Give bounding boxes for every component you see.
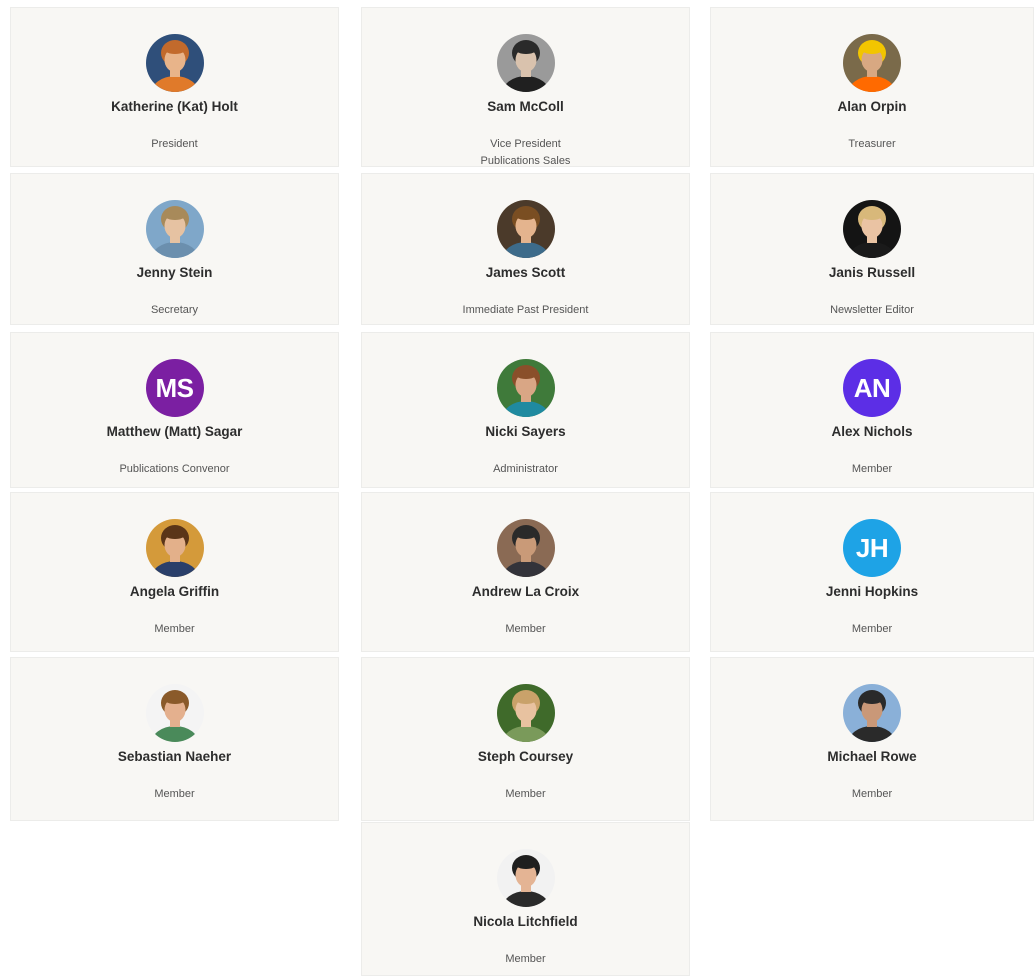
avatar-photo <box>496 34 555 92</box>
member-role-line: Publications Sales <box>480 155 571 167</box>
avatar-photo <box>145 519 204 577</box>
member-role-line: President <box>151 138 198 150</box>
person-photo-icon[interactable] <box>145 200 204 258</box>
member-role: Member <box>362 786 689 803</box>
member-card[interactable]: Sebastian Naeher Member <box>10 657 339 821</box>
member-card[interactable]: Alan Orpin Treasurer <box>710 7 1034 167</box>
person-photo-icon[interactable] <box>843 34 901 92</box>
member-role-line: Member <box>851 623 893 635</box>
person-photo-icon[interactable] <box>145 519 204 577</box>
member-card[interactable]: Janis Russell Newsletter Editor <box>710 173 1034 325</box>
avatar-photo <box>496 849 555 907</box>
member-card[interactable]: Jenny Stein Secretary <box>10 173 339 325</box>
avatar-photo <box>145 684 204 742</box>
member-name[interactable]: Sebastian Naeher <box>11 749 338 764</box>
member-name[interactable]: Andrew La Croix <box>362 584 689 599</box>
member-name[interactable]: Jenny Stein <box>11 265 338 280</box>
member-role: Member <box>362 951 689 968</box>
person-photo-icon[interactable] <box>496 519 555 577</box>
member-role-line: Immediate Past President <box>462 304 589 316</box>
avatar-photo <box>843 34 901 92</box>
person-photo-icon[interactable] <box>496 359 555 417</box>
avatar-photo <box>496 684 555 742</box>
member-name[interactable]: Sam McColl <box>362 99 689 114</box>
member-role-line: Publications Convenor <box>119 463 230 475</box>
avatar-initials: JH <box>855 532 889 563</box>
member-role: Administrator <box>362 461 689 478</box>
person-photo-icon[interactable] <box>496 684 555 742</box>
member-role: Newsletter Editor <box>711 302 1033 319</box>
member-name[interactable]: Steph Coursey <box>362 749 689 764</box>
member-role: Immediate Past President <box>362 302 689 319</box>
initials-avatar-icon[interactable]: JH <box>843 519 901 577</box>
member-role: Member <box>11 621 338 638</box>
member-role-line: Member <box>505 623 546 635</box>
member-role-line: Secretary <box>150 304 199 316</box>
person-photo-icon[interactable] <box>496 34 555 92</box>
member-card[interactable]: MS Matthew (Matt) Sagar Publications Conve… <box>10 332 339 488</box>
member-name[interactable]: James Scott <box>362 265 689 280</box>
avatar-photo <box>145 34 204 92</box>
member-name[interactable]: Katherine (Kat) Holt <box>11 99 338 114</box>
member-card[interactable]: Angela Griffin Member <box>10 492 339 652</box>
member-name[interactable]: Alan Orpin <box>711 99 1033 114</box>
member-role-line: Vice President <box>490 138 561 150</box>
member-role: Secretary <box>11 302 338 319</box>
member-name[interactable]: Janis Russell <box>711 265 1033 280</box>
member-card[interactable]: Michael Rowe Member <box>710 657 1034 821</box>
person-photo-icon[interactable] <box>843 200 901 258</box>
member-name[interactable]: Alex Nichols <box>711 424 1033 439</box>
member-role-line: Member <box>851 463 893 475</box>
member-role-line: Member <box>154 623 195 635</box>
avatar-initials: AN <box>853 372 891 403</box>
member-role: Member <box>362 621 689 638</box>
avatar-photo <box>843 684 901 742</box>
member-name[interactable]: Matthew (Matt) Sagar <box>11 424 338 439</box>
member-role-line: Administrator <box>493 463 558 475</box>
initials-avatar-icon[interactable]: AN <box>843 359 901 417</box>
member-role: Treasurer <box>711 136 1033 153</box>
member-card[interactable]: JH Jenni Hopkins Member <box>710 492 1034 652</box>
member-role-line: Member <box>505 953 546 965</box>
member-card[interactable]: Katherine (Kat) Holt President <box>10 7 339 167</box>
avatar-photo <box>496 200 555 258</box>
member-role: Vice President Publications Sales <box>362 136 689 170</box>
member-role: Publications Convenor <box>11 461 338 478</box>
member-role-line: Newsletter Editor <box>830 304 914 316</box>
initials-avatar-icon[interactable]: MS <box>145 359 204 417</box>
avatar-photo <box>496 519 555 577</box>
member-role-line: Member <box>851 788 893 800</box>
member-role-line: Treasurer <box>848 138 896 150</box>
member-role: Member <box>11 786 338 803</box>
member-role: Member <box>711 786 1033 803</box>
avatar-photo <box>496 359 555 417</box>
person-photo-icon[interactable] <box>843 684 901 742</box>
member-card[interactable]: Nicki Sayers Administrator <box>361 332 690 488</box>
member-name[interactable]: Angela Griffin <box>11 584 338 599</box>
member-role-line: Member <box>154 788 195 800</box>
member-role: Member <box>711 461 1033 478</box>
avatar-photo <box>145 200 204 258</box>
member-name[interactable]: Nicola Litchfield <box>362 914 689 929</box>
avatar-initials: MS <box>155 372 195 403</box>
member-card[interactable]: AN Alex Nichols Member <box>710 332 1034 488</box>
member-card[interactable]: Steph Coursey Member <box>361 657 690 821</box>
member-card[interactable]: Andrew La Croix Member <box>361 492 690 652</box>
member-card[interactable]: Nicola Litchfield Member <box>361 822 690 976</box>
member-name[interactable]: Nicki Sayers <box>362 424 689 439</box>
member-card[interactable]: James Scott Immediate Past President <box>361 173 690 325</box>
person-photo-icon[interactable] <box>496 200 555 258</box>
avatar-photo <box>843 200 901 258</box>
person-photo-icon[interactable] <box>145 684 204 742</box>
member-name[interactable]: Jenni Hopkins <box>711 584 1033 599</box>
member-role: Member <box>711 621 1033 638</box>
person-photo-icon[interactable] <box>145 34 204 92</box>
member-card[interactable]: Sam McColl Vice President Publications Sal… <box>361 7 690 167</box>
member-name[interactable]: Michael Rowe <box>711 749 1033 764</box>
person-photo-icon[interactable] <box>496 849 555 907</box>
member-role: President <box>11 136 338 153</box>
member-role-line: Member <box>505 788 546 800</box>
